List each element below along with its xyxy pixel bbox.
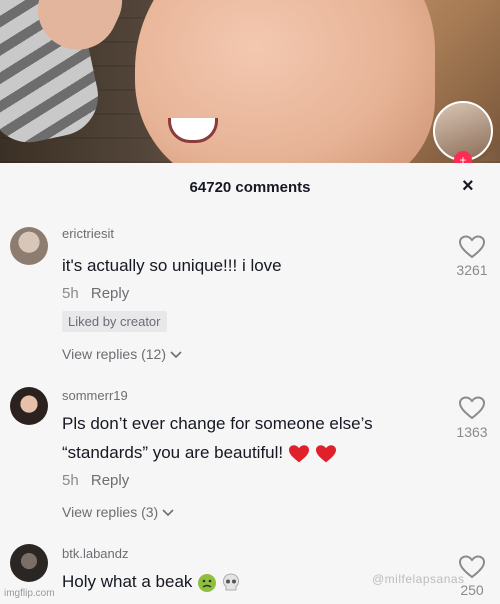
comment-time: 5h: [62, 285, 79, 302]
heart-icon[interactable]: [459, 396, 485, 420]
like-count: 3261: [456, 262, 488, 278]
imgflip-watermark: imgflip.com: [4, 588, 55, 599]
nauseated-face-emoji: [198, 573, 217, 592]
chevron-down-icon: [170, 351, 182, 359]
comment-username[interactable]: btk.labandz: [62, 546, 129, 561]
avatar[interactable]: [10, 227, 48, 265]
creator-avatar[interactable]: +: [433, 101, 493, 163]
chevron-down-icon: [162, 509, 174, 517]
comment-text-line2: “standards” you are beautiful!: [62, 439, 337, 466]
tiktok-watermark: @milfelapsanas: [372, 572, 465, 586]
comment-text: Holy what a beak: [62, 572, 193, 591]
reply-button[interactable]: Reply: [91, 285, 129, 302]
avatar[interactable]: [10, 387, 48, 425]
liked-by-creator-badge: Liked by creator: [62, 311, 167, 332]
heart-icon[interactable]: [459, 235, 485, 259]
reply-button[interactable]: Reply: [91, 472, 129, 489]
view-replies-label: View replies (3): [62, 504, 159, 520]
like-count: 1363: [456, 424, 488, 440]
red-heart-emoji: [315, 444, 336, 462]
video-player[interactable]: +: [0, 0, 500, 163]
view-replies-link[interactable]: View replies (3): [62, 504, 174, 520]
comment-text: “standards” you are beautiful!: [62, 443, 284, 462]
skull-emoji: [222, 573, 239, 590]
comment-text-line: Holy what a beak: [62, 568, 240, 595]
comment-text: it's actually so unique!!! i love: [62, 256, 282, 275]
comment-text-line1: Pls don’t ever change for someone else’s: [62, 414, 373, 433]
follow-plus-badge[interactable]: +: [454, 151, 472, 163]
avatar[interactable]: [10, 544, 48, 582]
view-replies-label: View replies (12): [62, 346, 167, 362]
comment-username[interactable]: sommerr19: [62, 388, 128, 403]
red-heart-emoji: [288, 444, 309, 462]
view-replies-link[interactable]: View replies (12): [62, 346, 182, 362]
close-icon[interactable]: ×: [462, 175, 474, 198]
comment-meta: 5h Reply: [62, 472, 129, 489]
comment-username[interactable]: erictriesit: [62, 226, 114, 241]
comments-count-title: 64720 comments: [189, 179, 311, 196]
comment-meta: 5h Reply: [62, 285, 129, 302]
comment-time: 5h: [62, 472, 79, 489]
